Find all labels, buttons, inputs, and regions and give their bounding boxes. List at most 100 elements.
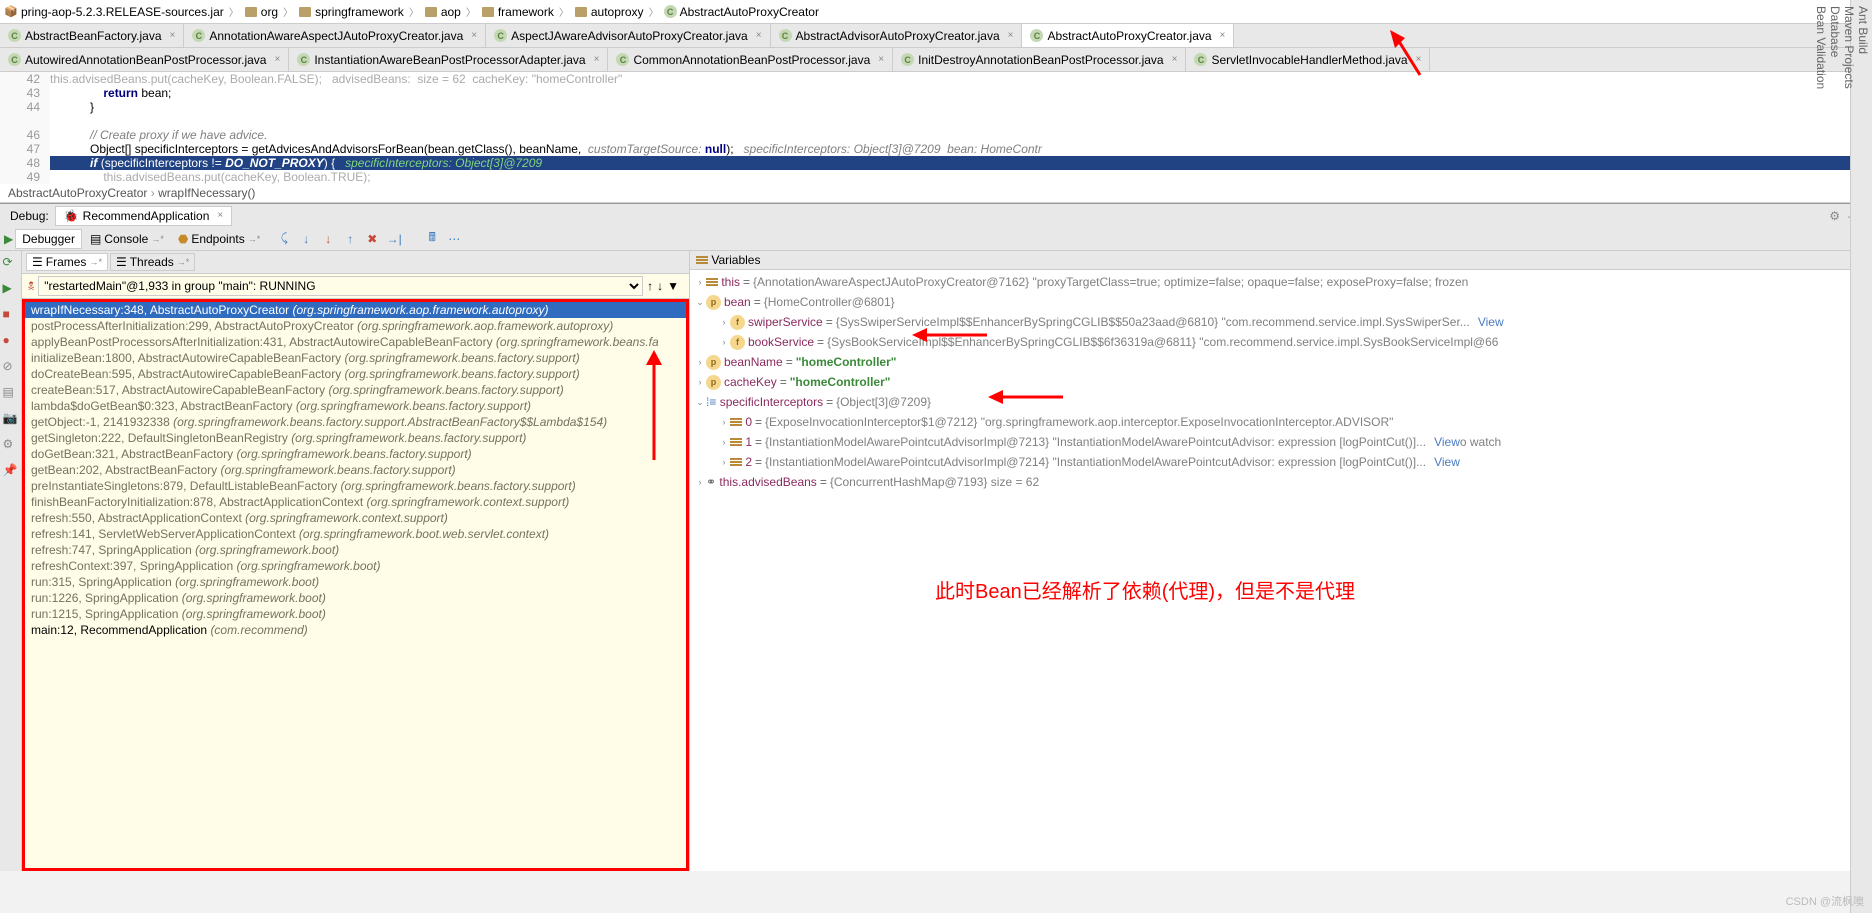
- frame-row[interactable]: run:1215, SpringApplication (org.springf…: [25, 606, 686, 622]
- bc-folder[interactable]: aop: [424, 5, 461, 19]
- frame-row[interactable]: getObject:-1, 2141932338 (org.springfram…: [25, 414, 686, 430]
- frame-row[interactable]: refresh:747, SpringApplication (org.spri…: [25, 542, 686, 558]
- prev-frame-icon[interactable]: ↑: [647, 279, 653, 293]
- view-link[interactable]: View: [1426, 452, 1460, 472]
- frame-row[interactable]: wrapIfNecessary:348, AbstractAutoProxyCr…: [25, 302, 686, 318]
- close-icon[interactable]: ×: [213, 210, 223, 221]
- bc-folder[interactable]: framework: [481, 5, 554, 19]
- close-icon[interactable]: ×: [1216, 30, 1226, 41]
- frame-row[interactable]: refresh:141, ServletWebServerApplication…: [25, 526, 686, 542]
- expand-icon[interactable]: ›: [694, 372, 706, 392]
- annotation-text: 此时Bean已经解析了依赖(代理)，但是不是代理: [935, 575, 1355, 604]
- frame-row[interactable]: lambda$doGetBean$0:323, AbstractBeanFact…: [25, 398, 686, 414]
- tab[interactable]: AspectJAwareAdvisorAutoProxyCreator.java…: [486, 24, 770, 47]
- filter-icon[interactable]: ▼: [667, 279, 679, 293]
- ant-build-tab[interactable]: Ant Build: [1856, 6, 1870, 895]
- subtab-endpoints[interactable]: ⬣Endpoints→*: [172, 230, 266, 248]
- frame-row[interactable]: postProcessAfterInitialization:299, Abst…: [25, 318, 686, 334]
- step-over-icon[interactable]: ⤹: [276, 231, 292, 247]
- frame-row[interactable]: refreshContext:397, SpringApplication (o…: [25, 558, 686, 574]
- debug-run-tab[interactable]: 🐞RecommendApplication×: [55, 206, 233, 226]
- camera-icon[interactable]: 📷: [3, 411, 19, 427]
- tab[interactable]: InstantiationAwareBeanPostProcessorAdapt…: [289, 48, 608, 71]
- frame-row[interactable]: main:12, RecommendApplication (com.recom…: [25, 622, 686, 638]
- thread-dropdown[interactable]: "restartedMain"@1,933 in group "main": R…: [38, 276, 643, 296]
- frame-row[interactable]: createBean:517, AbstractAutowireCapableB…: [25, 382, 686, 398]
- tab[interactable]: AbstractBeanFactory.java×: [0, 24, 184, 47]
- expand-icon[interactable]: ›: [718, 432, 730, 452]
- tab[interactable]: AutowiredAnnotationBeanPostProcessor.jav…: [0, 48, 289, 71]
- pin-icon[interactable]: 📌: [3, 463, 19, 479]
- code-editor[interactable]: 42this.advisedBeans.put(cacheKey, Boolea…: [0, 72, 1872, 184]
- frame-row[interactable]: finishBeanFactoryInitialization:878, Abs…: [25, 494, 686, 510]
- bc-folder[interactable]: autoproxy: [574, 5, 644, 19]
- close-icon[interactable]: ×: [874, 54, 884, 65]
- frame-row[interactable]: initializeBean:1800, AbstractAutowireCap…: [25, 350, 686, 366]
- tab[interactable]: ServletInvocableHandlerMethod.java×: [1186, 48, 1430, 71]
- close-icon[interactable]: ×: [590, 54, 600, 65]
- view-link[interactable]: View: [1470, 312, 1504, 332]
- frame-row[interactable]: getSingleton:222, DefaultSingletonBeanRe…: [25, 430, 686, 446]
- frame-row[interactable]: doCreateBean:595, AbstractAutowireCapabl…: [25, 366, 686, 382]
- settings-icon[interactable]: ⚙: [3, 437, 19, 453]
- close-icon[interactable]: ×: [467, 30, 477, 41]
- bc-jar[interactable]: pring-aop-5.2.3.RELEASE-sources.jar: [4, 5, 224, 19]
- frames-list[interactable]: wrapIfNecessary:348, AbstractAutoProxyCr…: [22, 299, 689, 871]
- frames-tab[interactable]: ☰Frames→*: [26, 253, 108, 271]
- evaluate-icon[interactable]: 🖩: [424, 231, 440, 247]
- step-into-icon[interactable]: ↓: [298, 231, 314, 247]
- expand-icon[interactable]: ›: [718, 412, 730, 432]
- tab[interactable]: AbstractAdvisorAutoProxyCreator.java×: [771, 24, 1023, 47]
- step-out-icon[interactable]: ↑: [342, 231, 358, 247]
- tab-active[interactable]: AbstractAutoProxyCreator.java×: [1022, 24, 1234, 47]
- close-icon[interactable]: ×: [270, 54, 280, 65]
- frame-row[interactable]: applyBeanPostProcessorsAfterInitializati…: [25, 334, 686, 350]
- resume-icon[interactable]: ▶: [4, 232, 13, 246]
- mute-icon[interactable]: ⊘: [3, 359, 19, 375]
- breakpoints-icon[interactable]: ●: [3, 333, 19, 349]
- drop-frame-icon[interactable]: ✖: [364, 231, 380, 247]
- close-icon[interactable]: ×: [1412, 54, 1422, 65]
- tab[interactable]: CommonAnnotationBeanPostProcessor.java×: [608, 48, 893, 71]
- collapse-icon[interactable]: ⌄: [694, 292, 706, 312]
- frame-row[interactable]: preInstantiateSingletons:879, DefaultLis…: [25, 478, 686, 494]
- frame-row[interactable]: run:1226, SpringApplication (org.springf…: [25, 590, 686, 606]
- next-frame-icon[interactable]: ↓: [657, 279, 663, 293]
- close-icon[interactable]: ×: [752, 30, 762, 41]
- maven-tab[interactable]: Maven Projects: [1842, 6, 1856, 895]
- bc-folder[interactable]: springframework: [298, 5, 404, 19]
- frame-row[interactable]: refresh:550, AbstractApplicationContext …: [25, 510, 686, 526]
- close-icon[interactable]: ×: [1168, 54, 1178, 65]
- expand-icon[interactable]: ›: [718, 452, 730, 472]
- frame-row[interactable]: run:315, SpringApplication (org.springfr…: [25, 574, 686, 590]
- stop-icon[interactable]: ■: [3, 307, 19, 323]
- tab[interactable]: InitDestroyAnnotationBeanPostProcessor.j…: [893, 48, 1186, 71]
- close-icon[interactable]: ×: [1004, 30, 1014, 41]
- expand-icon[interactable]: ›: [718, 312, 730, 332]
- tab[interactable]: AnnotationAwareAspectJAutoProxyCreator.j…: [184, 24, 486, 47]
- more-icon[interactable]: ⋯: [446, 231, 462, 247]
- view-link[interactable]: View: [1426, 432, 1460, 452]
- expand-icon[interactable]: ›: [694, 472, 706, 492]
- close-icon[interactable]: ×: [166, 30, 176, 41]
- frame-row[interactable]: doGetBean:321, AbstractBeanFactory (org.…: [25, 446, 686, 462]
- rerun-icon[interactable]: ⟳: [3, 255, 19, 271]
- threads-tab[interactable]: ☰Threads→*: [110, 253, 195, 271]
- structure-breadcrumb[interactable]: AbstractAutoProxyCreator › wrapIfNecessa…: [0, 184, 1872, 203]
- run-to-cursor-icon[interactable]: →|: [386, 231, 402, 247]
- database-tab[interactable]: Database: [1828, 6, 1842, 895]
- expand-icon[interactable]: ›: [694, 272, 706, 292]
- expand-icon[interactable]: ›: [718, 332, 730, 352]
- subtab-console[interactable]: ▤Console→*: [84, 230, 170, 248]
- bc-folder[interactable]: org: [244, 5, 278, 19]
- variables-tree[interactable]: › this={AnnotationAwareAspectJAutoProxyC…: [690, 270, 1872, 871]
- collapse-icon[interactable]: ⌄: [694, 392, 706, 412]
- resume-icon[interactable]: ▶: [3, 281, 19, 297]
- force-step-into-icon[interactable]: ↓: [320, 231, 336, 247]
- bean-validation-tab[interactable]: Bean Validation: [1814, 6, 1828, 895]
- expand-icon[interactable]: ›: [694, 352, 706, 372]
- subtab-debugger[interactable]: Debugger: [15, 229, 82, 249]
- frame-row[interactable]: getBean:202, AbstractBeanFactory (org.sp…: [25, 462, 686, 478]
- bc-class[interactable]: AbstractAutoProxyCreator: [664, 5, 819, 19]
- layout-icon[interactable]: ▤: [3, 385, 19, 401]
